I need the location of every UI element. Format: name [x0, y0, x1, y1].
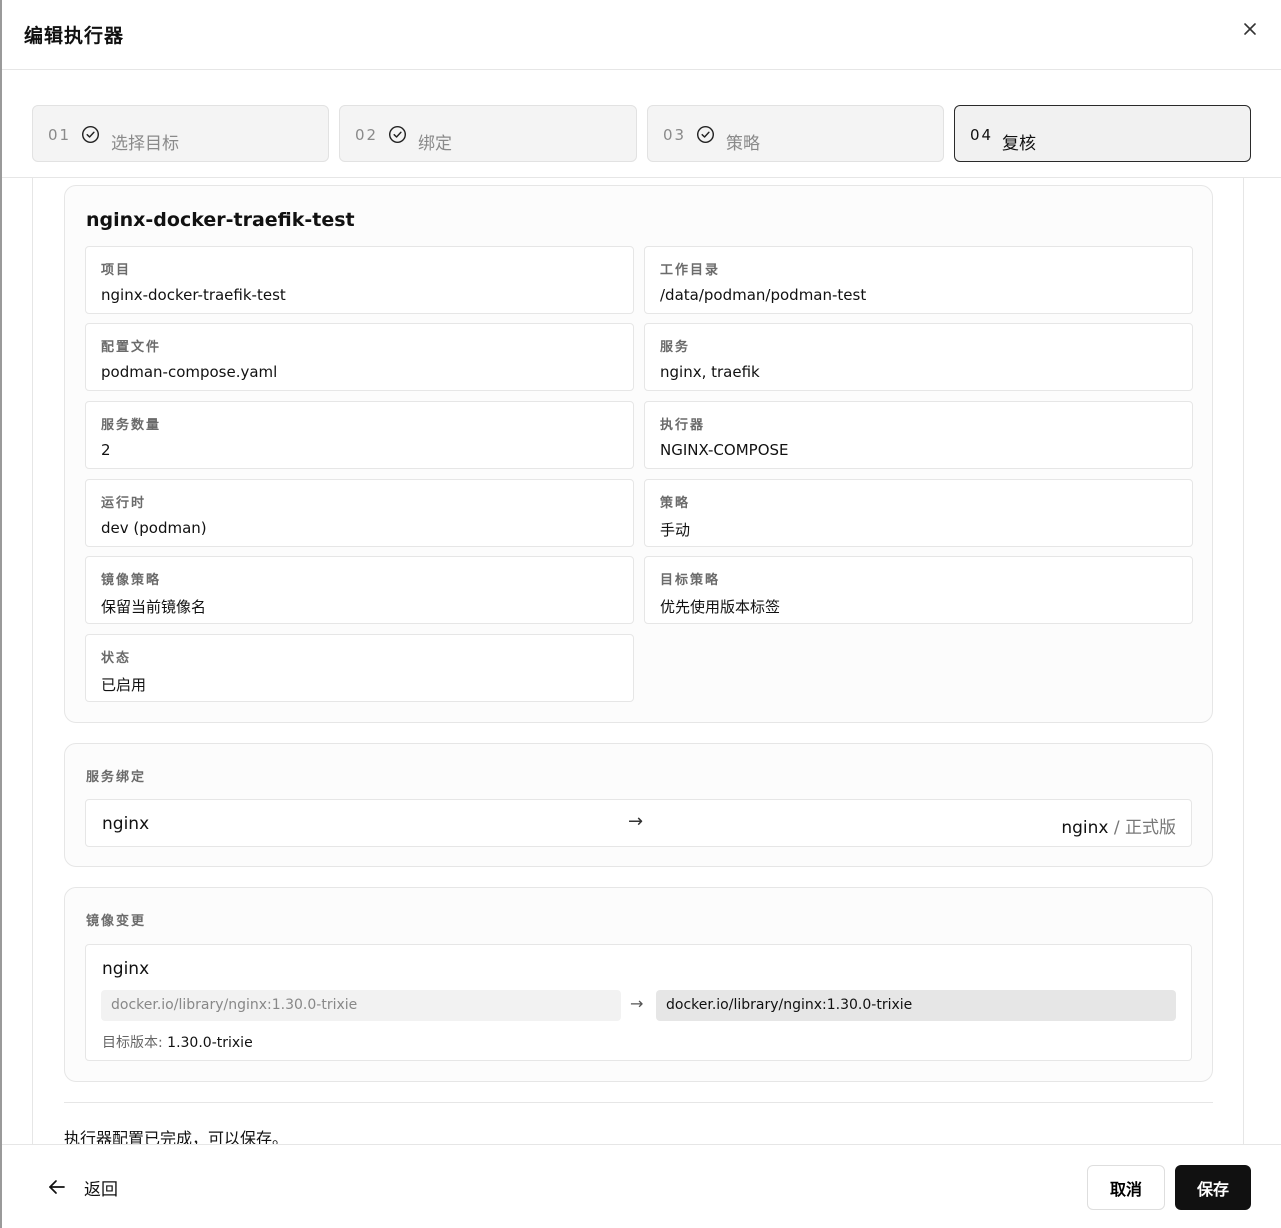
binding-source: nginx: [102, 814, 150, 834]
field-label: 镜像策略: [101, 573, 162, 588]
section-label: 镜像变更: [86, 914, 147, 929]
target-version-value: 1.30.0-trixie: [167, 1035, 253, 1051]
review-scroll-area[interactable]: nginx-docker-traefik-test 项目 nginx-docke…: [32, 178, 1244, 1144]
step-binding[interactable]: 02 绑定: [339, 105, 637, 162]
image-service-name: nginx: [102, 959, 150, 979]
field-value: 保留当前镜像名: [101, 598, 207, 616]
field-status: 状态 已启用: [85, 634, 634, 702]
field-label: 策略: [660, 496, 691, 511]
field-value: 2: [101, 441, 111, 459]
project-title: nginx-docker-traefik-test: [86, 209, 355, 231]
check-circle-icon: [81, 125, 100, 144]
close-icon[interactable]: [1239, 18, 1261, 40]
back-label: 返回: [84, 1179, 118, 1200]
field-label: 执行器: [660, 418, 706, 433]
field-value: podman-compose.yaml: [101, 363, 278, 381]
step-number: 03: [663, 126, 687, 144]
field-label: 服务: [660, 340, 691, 355]
back-button[interactable]: 返回: [48, 1174, 118, 1200]
field-workdir: 工作目录 /data/podman/podman-test: [644, 246, 1193, 314]
step-number: 01: [48, 126, 72, 144]
step-label: 选择目标: [111, 134, 179, 154]
field-value: 手动: [660, 521, 691, 539]
check-circle-icon: [388, 125, 407, 144]
stepper: 01 选择目标 02 绑定 03 策略 04 复核: [2, 70, 1281, 178]
field-value: /data/podman/podman-test: [660, 286, 867, 304]
target-version: 目标版本: 1.30.0-trixie: [102, 1032, 253, 1052]
field-label: 配置文件: [101, 340, 162, 355]
dialog-header: 编辑执行器: [2, 0, 1281, 70]
image-change-row: nginx docker.io/library/nginx:1.30.0-tri…: [85, 944, 1192, 1061]
binding-target: nginx / 正式版: [1061, 813, 1176, 838]
field-policy: 策略 手动: [644, 479, 1193, 547]
target-version-label: 目标版本:: [102, 1035, 163, 1051]
window-edge: [0, 0, 2, 1228]
old-image: docker.io/library/nginx:1.30.0-trixie: [101, 990, 621, 1021]
new-image: docker.io/library/nginx:1.30.0-trixie: [656, 990, 1176, 1021]
field-label: 目标策略: [660, 573, 721, 588]
step-select-target[interactable]: 01 选择目标: [32, 105, 329, 162]
field-project: 项目 nginx-docker-traefik-test: [85, 246, 634, 314]
step-number: 04: [970, 126, 994, 144]
field-label: 工作目录: [660, 263, 721, 278]
cancel-button[interactable]: 取消: [1087, 1165, 1165, 1210]
field-label: 状态: [101, 651, 132, 666]
field-label: 项目: [101, 263, 132, 278]
status-message: 执行器配置已完成，可以保存。: [64, 1129, 289, 1144]
field-service-count: 服务数量 2: [85, 401, 634, 469]
field-value: 优先使用版本标签: [660, 598, 781, 616]
dialog-title: 编辑执行器: [24, 25, 125, 47]
field-value: NGINX-COMPOSE: [660, 441, 789, 459]
step-label: 绑定: [418, 134, 452, 154]
binding-row: nginx → nginx / 正式版: [85, 799, 1192, 847]
save-button[interactable]: 保存: [1175, 1165, 1251, 1210]
field-services: 服务 nginx, traefik: [644, 323, 1193, 391]
arrow-right-icon: →: [630, 994, 644, 1013]
section-label: 服务绑定: [86, 770, 147, 785]
dialog-footer: 返回 取消 保存: [2, 1144, 1281, 1228]
binding-target-tag: / 正式版: [1113, 818, 1176, 838]
step-review[interactable]: 04 复核: [954, 105, 1251, 162]
summary-card: nginx-docker-traefik-test 项目 nginx-docke…: [64, 185, 1213, 723]
field-runtime: 运行时 dev (podman): [85, 479, 634, 547]
step-policy[interactable]: 03 策略: [647, 105, 944, 162]
field-value: dev (podman): [101, 519, 207, 537]
step-label: 策略: [726, 134, 760, 154]
arrow-left-icon: [49, 1180, 65, 1194]
binding-target-name: nginx: [1061, 818, 1109, 838]
step-label: 复核: [1002, 134, 1036, 154]
field-label: 服务数量: [101, 418, 162, 433]
service-binding-card: 服务绑定 nginx → nginx / 正式版: [64, 743, 1213, 867]
field-config-file: 配置文件 podman-compose.yaml: [85, 323, 634, 391]
check-circle-icon: [696, 125, 715, 144]
field-image-policy: 镜像策略 保留当前镜像名: [85, 556, 634, 624]
field-value: 已启用: [101, 676, 147, 694]
field-executor: 执行器 NGINX-COMPOSE: [644, 401, 1193, 469]
arrow-right-icon: →: [628, 811, 644, 832]
field-value: nginx-docker-traefik-test: [101, 286, 286, 304]
image-change-card: 镜像变更 nginx docker.io/library/nginx:1.30.…: [64, 887, 1213, 1082]
field-target-policy: 目标策略 优先使用版本标签: [644, 556, 1193, 624]
field-value: nginx, traefik: [660, 363, 760, 381]
step-number: 02: [355, 126, 379, 144]
divider: [64, 1102, 1213, 1103]
field-label: 运行时: [101, 496, 147, 511]
